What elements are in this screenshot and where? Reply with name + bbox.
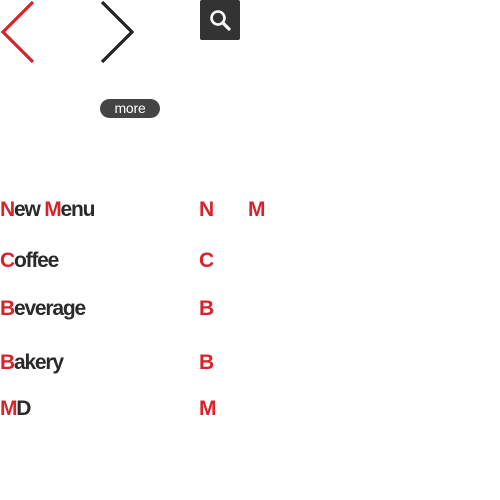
menu-letter: N xyxy=(0,198,15,221)
more-button[interactable]: more xyxy=(100,99,160,118)
menu-initials-bakery: B xyxy=(199,352,214,373)
initial-letter: C xyxy=(199,249,215,272)
menu-letter: B xyxy=(0,351,15,374)
menu-initials-new-menu: NM xyxy=(199,198,266,221)
menu-text: akery xyxy=(13,351,64,374)
initial-letter: N xyxy=(199,198,215,221)
search-button[interactable] xyxy=(200,0,240,40)
menu-item-bakery[interactable]: Bakery xyxy=(0,351,64,374)
chevron-right-icon xyxy=(100,0,135,64)
menu-letter: B xyxy=(0,297,15,320)
initial-letter: M xyxy=(248,198,266,221)
menu-item-new-menu[interactable]: New Menu xyxy=(0,198,96,221)
search-icon xyxy=(210,10,231,31)
menu-initials-beverage: B xyxy=(199,298,214,319)
menu-item-beverage[interactable]: Beverage xyxy=(0,297,86,320)
menu-text: D xyxy=(16,397,31,420)
menu-initials-coffee: C xyxy=(199,250,214,271)
menu-text: offee xyxy=(13,249,59,272)
menu-text: ew xyxy=(13,198,45,221)
menu-initials-md: M xyxy=(199,398,217,419)
menu-text: everage xyxy=(13,297,86,320)
page: more New Menu Coffee Beverage Bakery MD … xyxy=(0,0,500,500)
initial-letter: B xyxy=(199,297,215,320)
chevron-left-icon xyxy=(0,0,35,64)
initial-letter: M xyxy=(199,397,217,420)
menu-text: enu xyxy=(60,198,96,221)
menu-letter: M xyxy=(44,198,62,221)
menu-item-md[interactable]: MD xyxy=(0,397,31,420)
menu-letter: M xyxy=(0,397,18,420)
prev-button[interactable] xyxy=(0,0,40,64)
menu-item-coffee[interactable]: Coffee xyxy=(0,249,59,272)
menu-letter: C xyxy=(0,249,15,272)
next-button[interactable] xyxy=(98,0,138,64)
initial-letter: B xyxy=(199,351,215,374)
